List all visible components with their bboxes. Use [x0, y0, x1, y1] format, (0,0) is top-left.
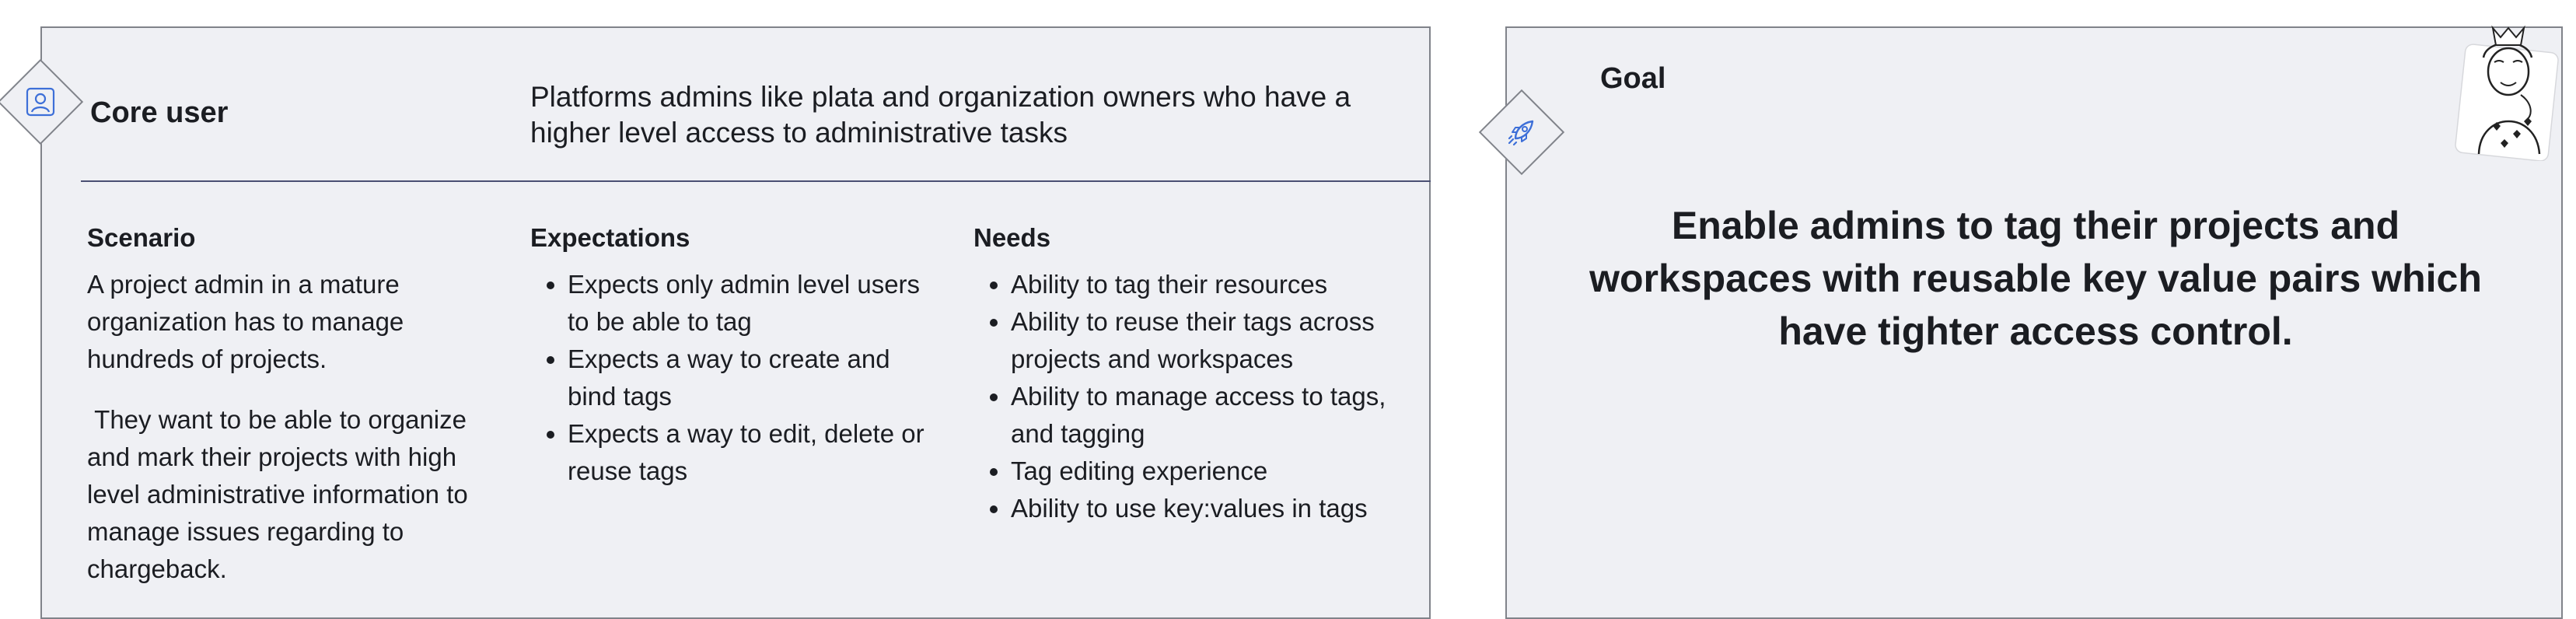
list-item: Tag editing experience	[1011, 453, 1424, 490]
rocket-icon	[1498, 109, 1545, 156]
list-item: Ability to use key:values in tags	[1011, 490, 1424, 527]
core-user-description: Platforms admins like plata and organiza…	[530, 81, 1351, 149]
list-item: Expects only admin level users to be abl…	[568, 266, 942, 341]
expectations-heading: Expectations	[530, 223, 690, 252]
user-icon	[17, 79, 64, 125]
scenario-paragraph: A project admin in a mature organization…	[87, 270, 404, 373]
scenario-column: Scenario A project admin in a mature org…	[87, 221, 499, 611]
list-item: Expects a way to edit, delete or reuse t…	[568, 415, 942, 490]
needs-heading: Needs	[973, 223, 1051, 252]
goal-title: Goal	[1600, 62, 1666, 95]
list-item: Ability to reuse their tags across proje…	[1011, 303, 1424, 378]
list-item: Expects a way to create and bind tags	[568, 341, 942, 415]
core-user-title: Core user	[90, 96, 229, 129]
expectations-list: Expects only admin level users to be abl…	[530, 266, 942, 490]
list-item: Ability to tag their resources	[1011, 266, 1424, 303]
needs-column: Needs Ability to tag their resources Abi…	[973, 221, 1424, 527]
scenario-paragraph: They want to be able to organize and mar…	[87, 405, 475, 583]
divider	[81, 180, 1431, 182]
scenario-heading: Scenario	[87, 223, 196, 252]
goal-text: Enable admins to tag their projects and …	[1589, 204, 2482, 353]
expectations-column: Expectations Expects only admin level us…	[530, 221, 942, 490]
core-user-card: Core user Platforms admins like plata an…	[40, 26, 1431, 619]
goal-card: Goal Enable admins to tag their projects…	[1505, 25, 2563, 619]
needs-list: Ability to tag their resources Ability t…	[973, 266, 1424, 527]
sticker-illustration	[2446, 17, 2563, 162]
list-item: Ability to manage access to tags, and ta…	[1011, 378, 1424, 453]
